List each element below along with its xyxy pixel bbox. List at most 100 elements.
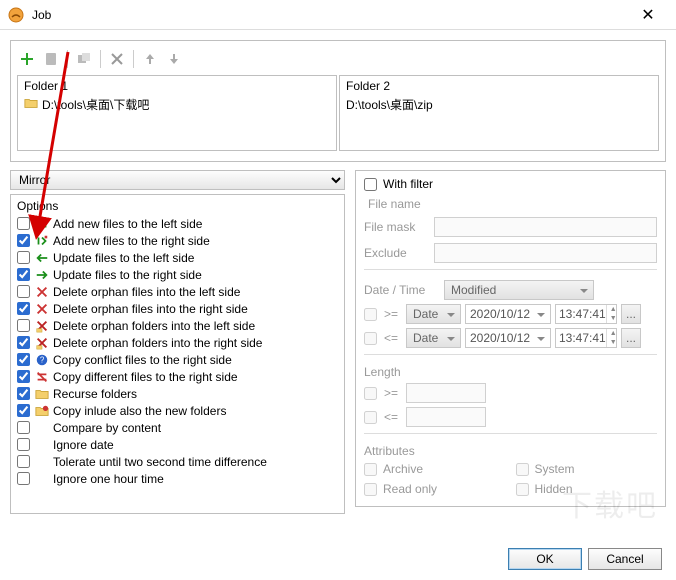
add-left-icon [34,217,49,231]
options-group: Options Add new files to the left side Ad… [10,194,345,514]
newfolders-icon [34,404,49,418]
folder2-path: D:\tools\桌面\zip [346,96,433,113]
delete-button[interactable] [107,49,127,69]
len-le-label: <= [384,410,402,424]
copy-button[interactable] [74,49,94,69]
option-checkbox[interactable] [17,421,30,434]
modified-select: Modified [444,280,594,300]
option-checkbox[interactable] [17,472,30,485]
with-filter-checkbox[interactable] [364,178,377,191]
toolbar [17,47,659,75]
folder2-box[interactable]: Folder 2 D:\tools\桌面\zip [339,75,659,151]
option-row: Copy inlude also the new folders [17,402,338,419]
attr-hidden: Hidden [516,482,658,496]
option-label: Tolerate until two second time differenc… [53,455,267,469]
ge-dots-button: ... [621,304,641,324]
option-label: Update files to the left side [53,251,194,265]
option-label: Delete orphan files into the left side [53,285,240,299]
option-label: Delete orphan folders into the left side [53,319,255,333]
option-checkbox[interactable] [17,268,30,281]
option-label: Update files to the right side [53,268,202,282]
top-panel: Folder 1 D:\tools\桌面\下载吧 Folder 2 D:\too… [10,40,666,162]
close-button[interactable]: ✕ [628,1,668,29]
option-checkbox[interactable] [17,251,30,264]
option-row: Delete orphan folders into the left side [17,317,338,334]
option-label: Delete orphan files into the right side [53,302,248,316]
option-checkbox[interactable] [17,234,30,247]
folder1-box[interactable]: Folder 1 D:\tools\桌面\下载吧 [17,75,337,151]
len-ge-checkbox[interactable] [364,387,377,400]
option-label: Ignore one hour time [53,472,164,486]
option-label: Compare by content [53,421,161,435]
len-le-input [406,407,486,427]
option-row: Recurse folders [17,385,338,402]
add-right-icon [34,234,49,248]
option-checkbox[interactable] [17,404,30,417]
len-le-checkbox[interactable] [364,411,377,424]
option-row: Update files to the right side [17,266,338,283]
option-checkbox[interactable] [17,336,30,349]
ge-date-input: 2020/10/12 [465,304,551,324]
ok-button[interactable]: OK [508,548,582,570]
delf-right-icon [34,336,49,350]
option-checkbox[interactable] [17,387,30,400]
len-ge-input [406,383,486,403]
le-checkbox[interactable] [364,332,377,345]
le-date-input: 2020/10/12 [465,328,551,348]
option-label: Copy conflict files to the right side [53,353,232,367]
option-checkbox[interactable] [17,319,30,332]
option-label: Ignore date [53,438,114,452]
option-checkbox[interactable] [17,285,30,298]
option-row: Ignore date [17,436,338,453]
length-label: Length [364,365,657,379]
attr-archive: Archive [364,462,506,476]
len-ge-label: >= [384,386,402,400]
folder-icon [24,96,38,113]
le-time-input: 13:47:41▲▼ [555,328,617,348]
option-label: Delete orphan folders into the right sid… [53,336,262,350]
add-button[interactable] [17,49,37,69]
conflict-icon: ? [34,353,49,367]
up-button[interactable] [140,49,160,69]
le-type-select: Date [406,328,461,348]
ge-checkbox[interactable] [364,308,377,321]
option-row: Ignore one hour time [17,470,338,487]
delf-left-icon [34,319,49,333]
option-label: Copy different files to the right side [53,370,238,384]
recurse-icon [34,387,49,401]
option-row: Delete orphan files into the left side [17,283,338,300]
option-label: Copy inlude also the new folders [53,404,226,418]
svg-text:?: ? [39,355,44,364]
attr-system: System [516,462,658,476]
button-bar: OK Cancel [508,548,662,570]
folder1-path: D:\tools\桌面\下载吧 [42,96,149,113]
mode-select[interactable]: Mirror [10,170,345,190]
option-label: Add new files to the left side [53,217,202,231]
option-row: ? Copy conflict files to the right side [17,351,338,368]
option-checkbox[interactable] [17,353,30,366]
option-row: Delete orphan folders into the right sid… [17,334,338,351]
exclude-label: Exclude [364,246,428,260]
del-left-icon [34,285,49,299]
file-button[interactable] [41,49,61,69]
folder1-label: Folder 1 [24,78,330,94]
option-checkbox[interactable] [17,302,30,315]
option-checkbox[interactable] [17,455,30,468]
option-checkbox[interactable] [17,217,30,230]
option-label: Recurse folders [53,387,137,401]
file-mask-input [434,217,657,237]
option-checkbox[interactable] [17,438,30,451]
file-name-label: File name [368,197,657,211]
le-label: <= [384,331,402,345]
date-time-label: Date / Time [364,283,438,297]
ge-type-select: Date [406,304,461,324]
options-label: Options [17,199,338,213]
folder2-label: Folder 2 [346,78,652,94]
option-checkbox[interactable] [17,370,30,383]
option-row: Tolerate until two second time differenc… [17,453,338,470]
file-mask-label: File mask [364,220,428,234]
cancel-button[interactable]: Cancel [588,548,662,570]
option-row: Update files to the left side [17,249,338,266]
option-label: Add new files to the right side [53,234,210,248]
down-button[interactable] [164,49,184,69]
